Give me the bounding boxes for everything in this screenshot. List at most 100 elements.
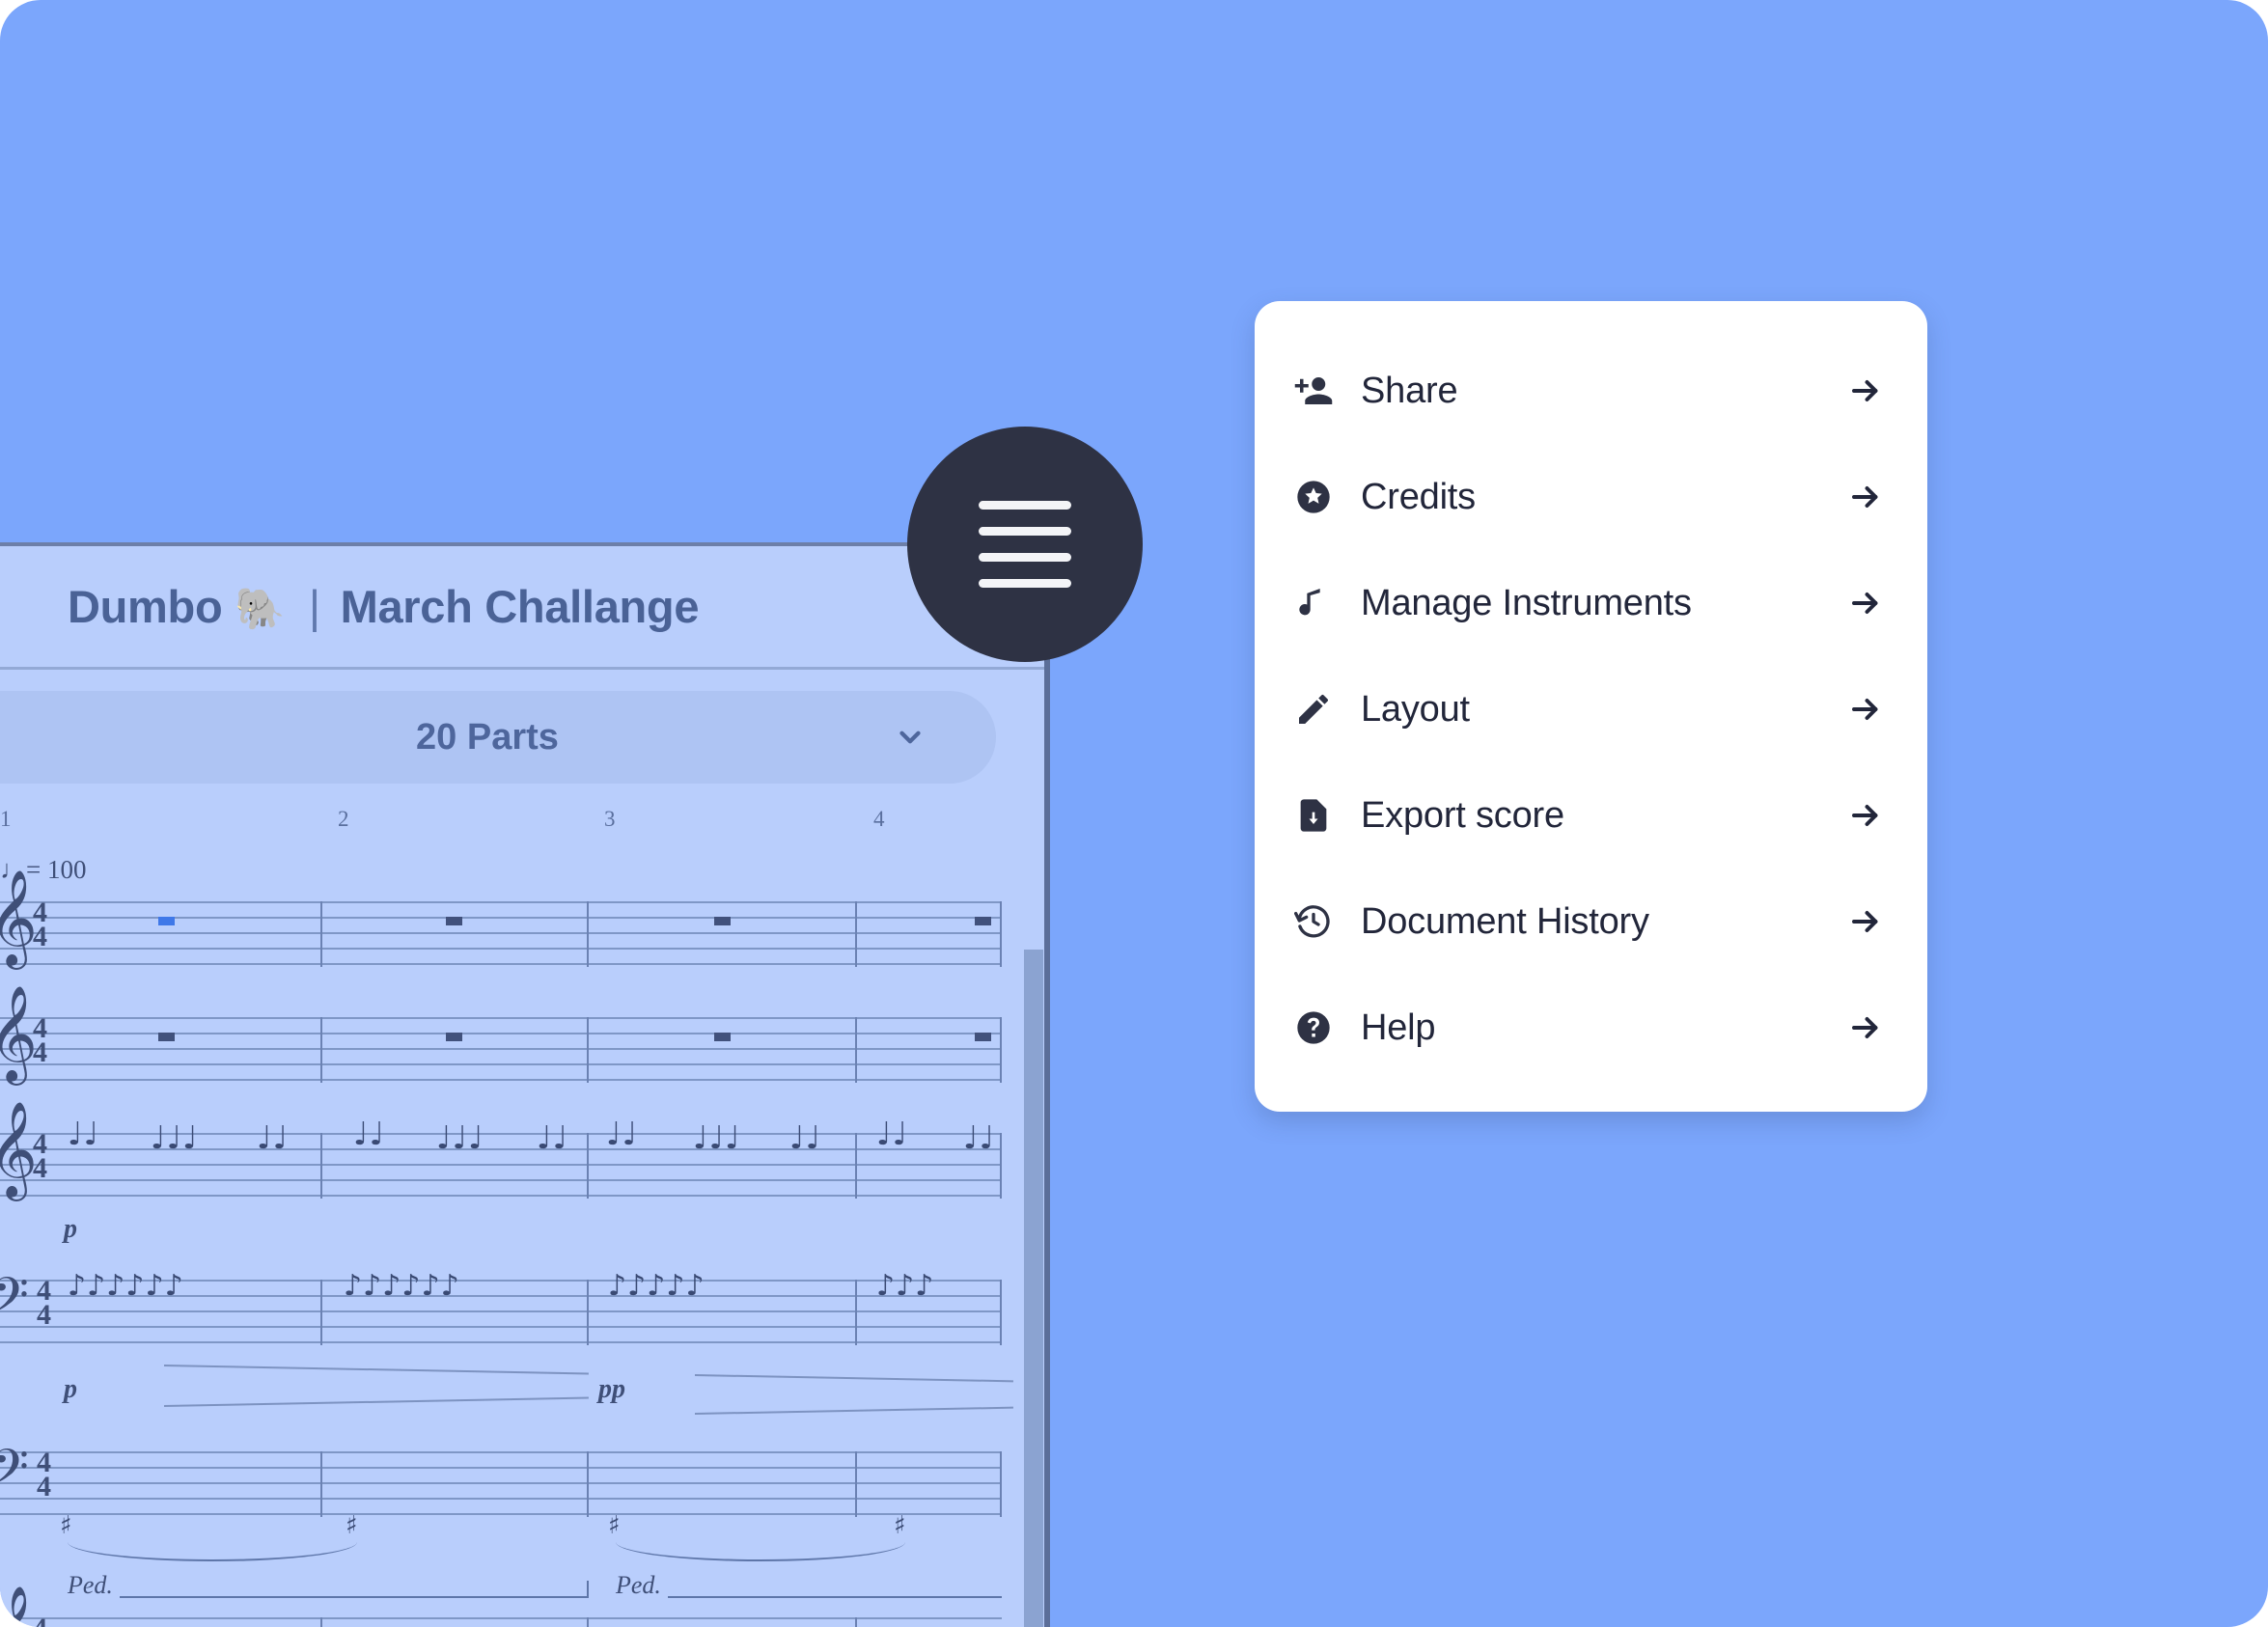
barline [1000, 1017, 1002, 1083]
dynamic-marking: p [64, 1214, 77, 1244]
treble-clef-icon: 𝄞 [0, 1592, 38, 1627]
menu-item-label: Manage Instruments [1361, 582, 1692, 623]
hamburger-menu-button[interactable] [907, 427, 1143, 662]
menu-item-help[interactable]: Help [1255, 975, 1927, 1081]
barline [320, 1617, 322, 1627]
whole-rest [714, 1033, 731, 1041]
barline [1000, 901, 1002, 967]
barline [587, 1133, 589, 1199]
menu-item-credits[interactable]: Credits [1255, 444, 1927, 550]
barline [587, 1017, 589, 1083]
time-signature: 4 4 [33, 896, 47, 952]
score-panel: Dumbo 🐘 | March Challange 20 Parts 1 2 3 [0, 542, 1050, 1627]
menu-item-label: Credits [1361, 476, 1476, 517]
question-circle-icon [1291, 1008, 1336, 1047]
barline [1000, 1451, 1002, 1517]
treble-clef-icon: 𝄞 [0, 1108, 38, 1191]
pedal-note: ♯ [60, 1511, 73, 1540]
hamburger-bar-1 [979, 501, 1071, 510]
history-clock-icon [1291, 902, 1336, 941]
barline [1000, 1280, 1002, 1345]
parts-selector-label: 20 Parts [416, 716, 559, 758]
note-run: ♪♪♪♪♪ [608, 1269, 705, 1303]
pedal-line [120, 1596, 589, 1598]
note-cluster: ♩♩♩ [151, 1118, 199, 1156]
barline [855, 901, 857, 967]
hairpin-crescendo [694, 1406, 1013, 1415]
dynamic-marking: pp [598, 1374, 625, 1404]
arrow-right-icon [1846, 586, 1885, 620]
barline [320, 1133, 322, 1199]
note-cluster: ♩♩ [963, 1118, 996, 1156]
barline [320, 901, 322, 967]
hamburger-bar-2 [979, 527, 1071, 536]
chevron-down-icon [894, 721, 927, 754]
staff [0, 901, 1002, 967]
menu-item-label: Help [1361, 1007, 1436, 1048]
time-signature: 4 4 [33, 1128, 47, 1184]
note-run: ♪♪♪♪♪♪ [68, 1269, 184, 1303]
score-title-work: March Challange [340, 581, 700, 632]
arrow-right-icon [1846, 1010, 1885, 1045]
elephant-emoji-icon: 🐘 [235, 586, 286, 631]
parts-row: 20 Parts [0, 670, 1050, 797]
barline [855, 1617, 857, 1627]
title-divider: | [308, 581, 320, 632]
main-menu-dropdown: Share Credits Manage Instruments Layout … [1255, 301, 1927, 1112]
score-titlebar: Dumbo 🐘 | March Challange [0, 546, 1050, 670]
menu-item-manage-instruments[interactable]: Manage Instruments [1255, 550, 1927, 656]
bass-clef-icon: 𝄢 [0, 1272, 29, 1332]
note-cluster: ♩♩ [789, 1118, 822, 1156]
pedal-marking: Ped. [68, 1571, 113, 1599]
arrow-right-icon [1846, 904, 1885, 939]
whole-rest [714, 917, 731, 925]
pedal-line [668, 1596, 1002, 1598]
whole-rest [446, 1033, 462, 1041]
note-cluster: ♩♩ [257, 1118, 290, 1156]
whole-rest [158, 1033, 175, 1041]
staff [0, 1617, 1002, 1627]
note-cluster: ♩♩♩ [693, 1118, 741, 1156]
note-cluster: ♩♩ [606, 1115, 639, 1152]
measure-number: 3 [604, 807, 616, 831]
pedal-line-end [587, 1581, 589, 1596]
hairpin-crescendo [694, 1374, 1013, 1383]
whole-rest [975, 1033, 991, 1041]
whole-rest [446, 917, 462, 925]
barline [587, 1280, 589, 1345]
music-note-icon [1291, 584, 1336, 622]
menu-item-layout[interactable]: Layout [1255, 656, 1927, 762]
pencil-icon [1291, 690, 1336, 729]
dynamic-marking: p [64, 1374, 77, 1404]
sheet-music-area[interactable]: 1 2 3 4 ♩= 100 𝄞 4 4 [0, 797, 1050, 1627]
barline [855, 1017, 857, 1083]
time-signature: 4 4 [37, 1275, 51, 1331]
note-run: ♪♪♪ [876, 1269, 935, 1303]
menu-item-label: Share [1361, 370, 1458, 411]
menu-item-label: Document History [1361, 900, 1649, 942]
whole-rest [158, 917, 175, 925]
barline [320, 1280, 322, 1345]
measure-number: 2 [338, 807, 349, 831]
menu-item-share[interactable]: Share [1255, 338, 1927, 444]
barline [1000, 1133, 1002, 1199]
time-signature: 4 4 [37, 1447, 51, 1503]
barline [855, 1133, 857, 1199]
staff [0, 1017, 1002, 1083]
barline [587, 1617, 589, 1627]
menu-item-export-score[interactable]: Export score [1255, 762, 1927, 869]
score-title-name: Dumbo [68, 581, 223, 632]
menu-item-label: Export score [1361, 794, 1564, 836]
score-scrollbar[interactable] [1024, 950, 1043, 1627]
parts-selector[interactable]: 20 Parts [0, 691, 996, 784]
treble-clef-icon: 𝄞 [0, 992, 38, 1075]
score-panel-edge [1044, 546, 1050, 1627]
staff [0, 1451, 1002, 1517]
page-title: Dumbo 🐘 | March Challange [68, 580, 699, 633]
file-download-icon [1291, 796, 1336, 835]
note-cluster: ♩♩ [68, 1115, 100, 1152]
measure-number: 1 [0, 807, 12, 831]
menu-item-document-history[interactable]: Document History [1255, 869, 1927, 975]
hairpin-crescendo [163, 1396, 589, 1407]
bass-clef-icon: 𝄢 [0, 1444, 29, 1503]
